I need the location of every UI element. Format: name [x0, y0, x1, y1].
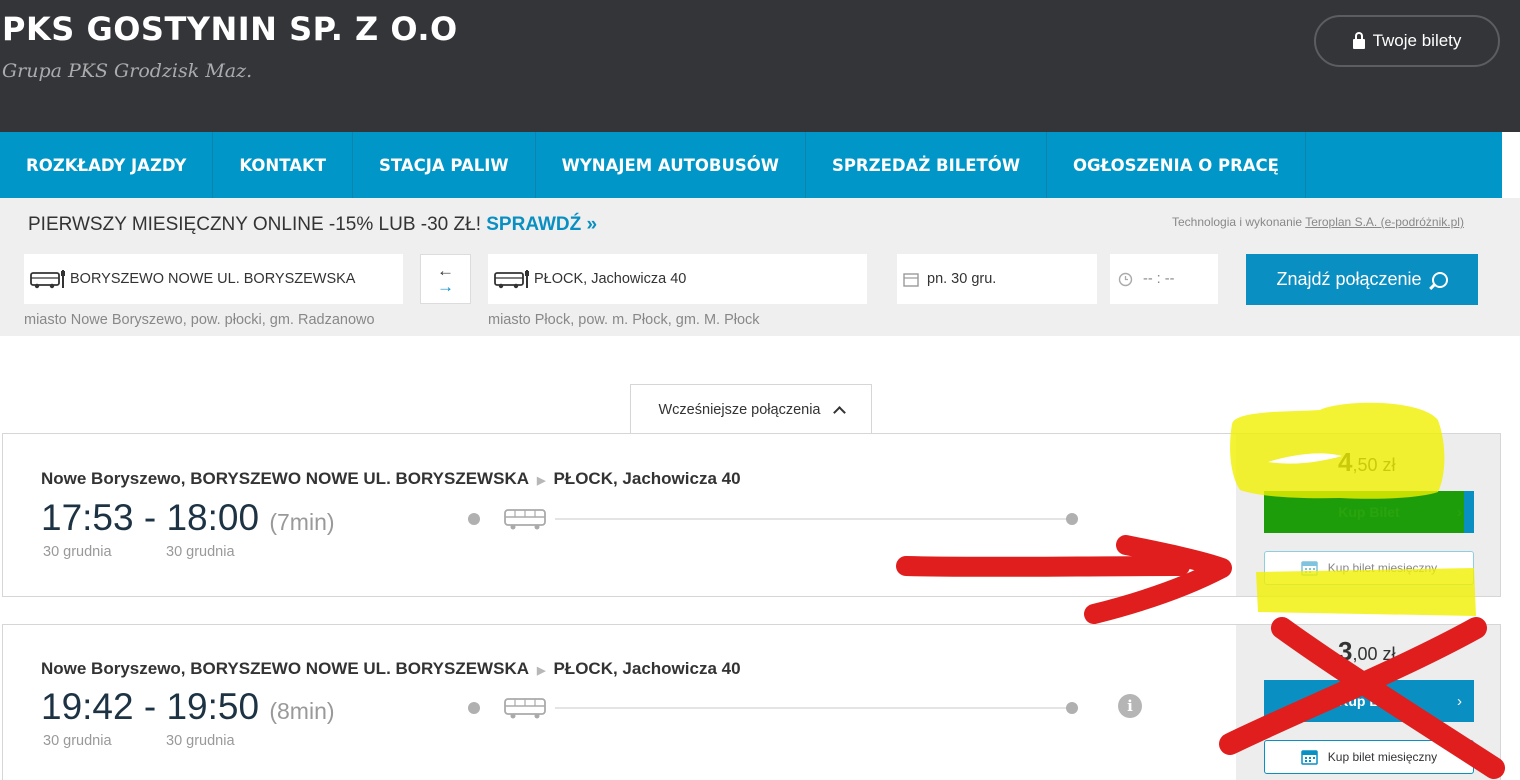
route-line: [555, 518, 1067, 520]
tech-credit-prefix: Technologia i wykonanie: [1172, 215, 1306, 229]
time-value: -- : --: [1143, 271, 1175, 287]
buy-ticket-label: Kup Bilet: [1338, 693, 1400, 709]
find-connection-label: Znajdź połączenie: [1276, 269, 1422, 289]
chevron-right-icon: ›: [1457, 504, 1462, 521]
find-connection-button[interactable]: Znajdź połączenie: [1246, 254, 1478, 305]
arrival-date: 30 grudnia: [166, 544, 235, 560]
route-arrow-icon: ▶: [537, 475, 546, 487]
clock-icon: [1118, 272, 1133, 286]
from-stop-value: BORYSZEWO NOWE UL. BORYSZEWSKA: [70, 271, 356, 287]
route-end-dot: [1066, 513, 1078, 525]
nav-item-timetables[interactable]: ROZKŁADY JAZDY: [0, 132, 214, 198]
nav-item-fuel-station[interactable]: STACJA PALIW: [353, 132, 536, 198]
bus-icon: [504, 509, 546, 530]
search-icon: [1431, 271, 1448, 288]
main-nav: ROZKŁADY JAZDY KONTAKT STACJA PALIW WYNA…: [0, 132, 1502, 198]
route-destination: PŁOCK, Jachowicza 40: [553, 469, 741, 488]
bus-stop-icon: [30, 270, 65, 289]
buy-ticket-label: Kup Bilet: [1338, 504, 1400, 520]
time-field[interactable]: -- : --: [1110, 254, 1218, 304]
bus-icon: [504, 698, 546, 719]
your-tickets-button[interactable]: Twoje bilety: [1314, 15, 1500, 67]
arrival-time: 19:50: [166, 686, 260, 727]
price-rest: ,50 zł: [1352, 455, 1396, 475]
trip-duration: (7min): [269, 509, 335, 535]
to-stop-hint: miasto Płock, pow. m. Płock, gm. M. Płoc…: [488, 312, 760, 328]
chevron-up-icon: [832, 405, 846, 419]
tech-credit-link[interactable]: Teroplan S.A. (e-podróżnik.pl): [1305, 215, 1464, 229]
time-separator: -: [133, 686, 167, 727]
promo-link[interactable]: SPRAWDŹ »: [486, 214, 597, 235]
ticket-price: 4,50 zł: [1338, 447, 1396, 478]
connection-times: 19:42 - 19:50 (8min): [41, 686, 335, 728]
trip-duration: (8min): [269, 698, 335, 724]
swap-stops-button[interactable]: ← →: [420, 254, 471, 304]
route-origin: Nowe Boryszewo, BORYSZEWO NOWE UL. BORYS…: [41, 659, 529, 678]
site-header: PKS GOSTYNIN SP. Z O.O Grupa PKS Grodzis…: [0, 0, 1520, 132]
departure-date: 30 grudnia: [43, 733, 112, 749]
connection-times: 17:53 - 18:00 (7min): [41, 497, 335, 539]
promo-text: PIERWSZY MIESIĘCZNY ONLINE -15% LUB -30 …: [28, 214, 487, 235]
price-whole: 3: [1338, 636, 1353, 666]
nav-item-bus-rental[interactable]: WYNAJEM AUTOBUSÓW: [536, 132, 806, 198]
arrow-right-icon: →: [437, 277, 454, 296]
departure-date: 30 grudnia: [43, 544, 112, 560]
price-whole: 4: [1338, 447, 1353, 477]
ticket-price: 3,00 zł: [1338, 636, 1396, 667]
nav-item-ticket-sales[interactable]: SPRZEDAŻ BILETÓW: [806, 132, 1048, 198]
route-destination: PŁOCK, Jachowicza 40: [553, 659, 741, 678]
buy-ticket-button[interactable]: Kup Bilet ›: [1264, 680, 1474, 722]
to-stop-field[interactable]: PŁOCK, Jachowicza 40: [488, 254, 867, 304]
site-title[interactable]: PKS GOSTYNIN SP. Z O.O: [2, 10, 458, 48]
route-label: Nowe Boryszewo, BORYSZEWO NOWE UL. BORYS…: [41, 659, 741, 679]
route-end-dot: [1066, 702, 1078, 714]
calendar-icon: [1301, 561, 1318, 576]
nav-item-job-offers[interactable]: OGŁOSZENIA O PRACĘ: [1047, 132, 1306, 198]
arrival-time: 18:00: [166, 497, 260, 538]
route-line: [555, 707, 1067, 709]
calendar-icon: [903, 272, 919, 287]
bus-stop-icon: [494, 270, 529, 289]
tech-credit: Technologia i wykonanie Teroplan S.A. (e…: [1172, 215, 1464, 229]
route-start-dot: [468, 513, 480, 525]
time-separator: -: [133, 497, 167, 538]
buy-monthly-ticket-label: Kup bilet miesięczny: [1327, 750, 1438, 764]
departure-time: 19:42: [41, 686, 134, 727]
buy-monthly-ticket-button[interactable]: Kup bilet miesięczny: [1264, 551, 1474, 585]
earlier-connections-label: Wcześniejsze połączenia: [658, 401, 821, 418]
route-label: Nowe Boryszewo, BORYSZEWO NOWE UL. BORYS…: [41, 469, 741, 489]
route-arrow-icon: ▶: [537, 665, 546, 677]
earlier-connections-button[interactable]: Wcześniejsze połączenia: [630, 384, 872, 434]
from-stop-field[interactable]: BORYSZEWO NOWE UL. BORYSZEWSKA: [24, 254, 403, 304]
from-stop-hint: miasto Nowe Boryszewo, pow. płocki, gm. …: [24, 312, 375, 328]
route-origin: Nowe Boryszewo, BORYSZEWO NOWE UL. BORYS…: [41, 469, 529, 488]
site-subtitle: Grupa PKS Grodzisk Maz.: [2, 60, 253, 82]
info-icon[interactable]: i: [1118, 694, 1142, 718]
buy-monthly-ticket-label: Kup bilet miesięczny: [1327, 561, 1438, 575]
buy-ticket-button[interactable]: Kup Bilet ›: [1264, 491, 1474, 533]
nav-item-contact[interactable]: KONTAKT: [213, 132, 354, 198]
calendar-icon: [1301, 750, 1318, 765]
chevron-right-icon: ›: [1457, 693, 1462, 710]
nav-gap: [1502, 132, 1520, 198]
lock-icon: [1352, 31, 1365, 49]
price-rest: ,00 zł: [1352, 644, 1396, 664]
route-start-dot: [468, 702, 480, 714]
date-value: pn. 30 gru.: [927, 271, 997, 287]
date-field[interactable]: pn. 30 gru.: [897, 254, 1097, 304]
your-tickets-label: Twoje bilety: [1372, 31, 1462, 50]
arrival-date: 30 grudnia: [166, 733, 235, 749]
page-root: PKS GOSTYNIN SP. Z O.O Grupa PKS Grodzis…: [0, 0, 1520, 780]
buy-monthly-ticket-button[interactable]: Kup bilet miesięczny: [1264, 740, 1474, 774]
departure-time: 17:53: [41, 497, 134, 538]
to-stop-value: PŁOCK, Jachowicza 40: [534, 271, 687, 287]
promo-banner: PIERWSZY MIESIĘCZNY ONLINE -15% LUB -30 …: [28, 214, 597, 236]
